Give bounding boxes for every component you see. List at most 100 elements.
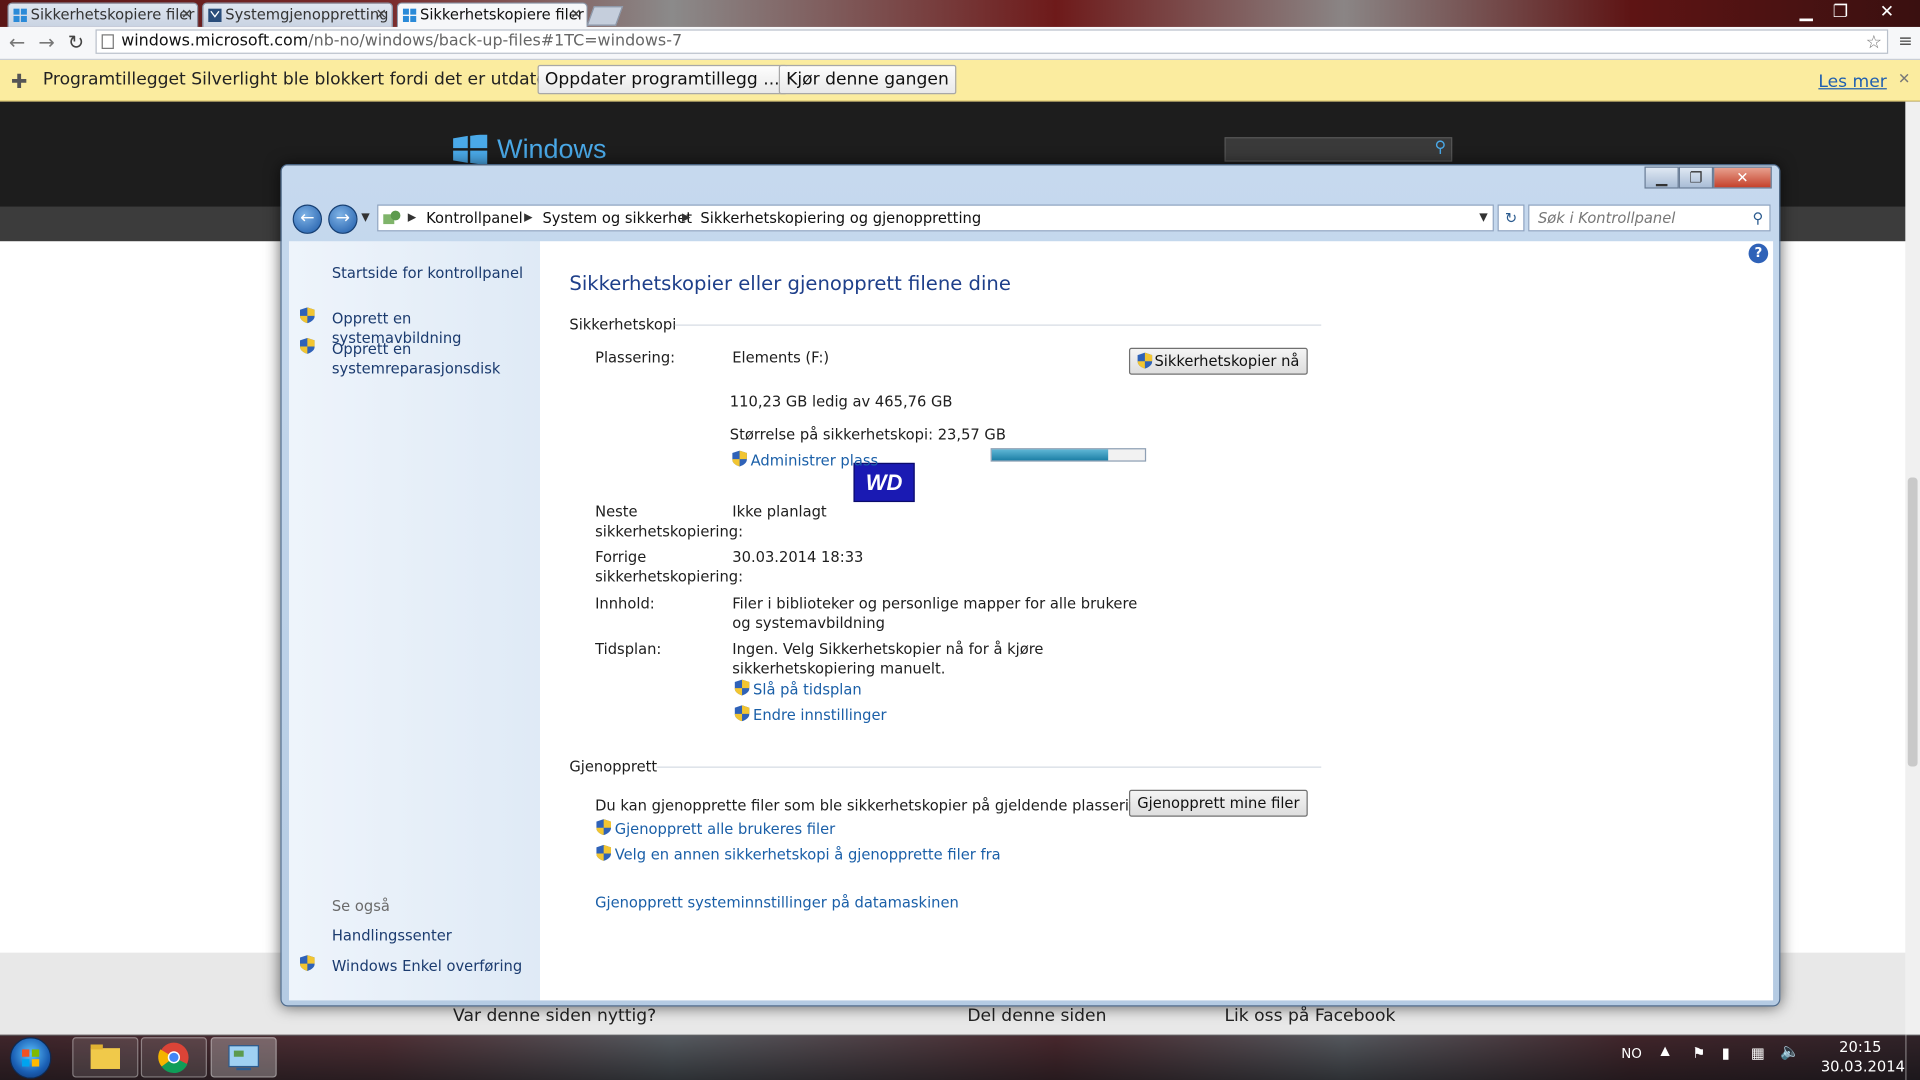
forward-arrow-icon[interactable]: → [328,204,358,234]
browser-tab[interactable]: Systemgjenoppretting ✕ [202,2,394,27]
manage-space-link[interactable]: Administrer plass [751,451,879,471]
window-close-icon[interactable]: ✕ [1713,166,1772,189]
change-settings-link[interactable]: Endre innstillinger [753,705,887,725]
breadcrumb-separator-icon[interactable]: ▶ [682,206,690,230]
browser-minimize-icon[interactable]: ▁ [1790,0,1822,24]
control-panel-search-input[interactable]: Søk i Kontrollpanel ⚲ [1528,204,1771,232]
browser-tab-strip: Sikkerhetskopiere filer ✕ Systemgjenoppr… [0,0,1920,27]
control-panel-home-link[interactable]: Startside for kontrollpanel [332,263,523,283]
uac-shield-icon [300,955,315,972]
learn-more-link[interactable]: Les mer [1818,72,1886,92]
search-icon[interactable]: ⚲ [1752,206,1763,230]
windows-logo-icon [453,134,488,165]
footer-feedback-link[interactable]: Var denne siden nyttig? [453,1007,656,1027]
show-desktop-button[interactable] [1905,1034,1920,1080]
control-panel-icon [383,210,401,225]
backup-now-button[interactable]: Sikkerhetskopier nå [1128,347,1308,375]
backup-now-label: Sikkerhetskopier nå [1154,352,1300,370]
next-backup-label: Neste [595,503,638,521]
windows-flag-icon [22,1049,40,1067]
browser-tab-label: Sikkerhetskopiere filer [30,6,195,24]
web-search-input[interactable]: ⚲ [1224,137,1453,162]
footer-facebook-link[interactable]: Lik oss på Facebook [1224,1007,1395,1027]
forward-arrow-icon[interactable]: → [34,31,58,55]
window-minimize-icon[interactable]: ▁ [1644,166,1679,189]
control-panel-window: ▁ ❐ ✕ ← → ▼ ▶ Kontrollpanel ▶ System og … [280,164,1781,1007]
restore-all-users-link[interactable]: Gjenopprett alle brukeres filer [615,819,836,839]
page-scrollbar-thumb[interactable] [1907,477,1918,767]
back-arrow-icon[interactable]: ← [292,204,323,234]
restore-my-files-button[interactable]: Gjenopprett mine filer [1128,789,1308,817]
action-center-link[interactable]: Handlingssenter [332,926,452,946]
browser-tab-active[interactable]: Sikkerhetskopiere filer ✕ [396,2,588,27]
search-icon[interactable]: ⚲ [1434,138,1446,156]
browser-tab-label: Sikkerhetskopiere filer [420,6,584,24]
group-divider [674,324,1322,326]
recent-pages-chevron-icon[interactable]: ▼ [361,212,369,224]
turn-on-schedule-link[interactable]: Slå på tidsplan [753,680,862,700]
new-tab-button[interactable] [586,6,624,26]
browser-menu-icon[interactable]: ≡ [1898,32,1912,52]
power-icon[interactable]: ▮ [1722,1044,1730,1061]
bookmark-star-icon[interactable]: ☆ [1866,31,1882,53]
browser-close-icon[interactable]: ✕ [1871,0,1903,24]
next-backup-label-line2: sikkerhetskopiering: [595,522,744,541]
breadcrumb-separator-icon[interactable]: ▶ [524,206,532,230]
breadcrumb-separator-icon[interactable]: ▶ [408,206,416,230]
infobar-close-icon[interactable]: ✕ [1898,70,1910,87]
drive-usage-fill [991,449,1109,461]
tab-close-icon[interactable]: ✕ [181,6,192,22]
clock-date[interactable]: 30.03.2014 [1821,1058,1905,1075]
create-repair-disc-link-line2[interactable]: systemreparasjonsdisk [332,359,501,379]
page-icon [101,34,114,49]
choose-other-backup-link[interactable]: Velg en annen sikkerhetskopi å gjenoppre… [615,845,1001,865]
last-backup-label-line2: sikkerhetskopiering: [595,568,744,586]
backup-group-heading: Sikkerhetskopi [569,315,677,334]
footer-share-link[interactable]: Del denne siden [967,1007,1106,1027]
run-once-button[interactable]: Kjør denne gangen [778,64,957,95]
schedule-value-line2: sikkerhetskopiering manuelt. [732,660,946,678]
site-favicon-icon [208,8,222,23]
taskbar-explorer[interactable] [72,1037,139,1078]
taskbar-chrome[interactable] [140,1037,207,1078]
easy-transfer-link[interactable]: Windows Enkel overføring [332,956,522,976]
location-label: Plassering: [595,348,676,367]
help-icon[interactable]: ? [1748,243,1769,264]
clock-time[interactable]: 20:15 [1839,1038,1881,1055]
action-center-flag-icon[interactable]: ⚑ [1692,1044,1705,1061]
refresh-icon[interactable]: ↻ [1497,204,1525,232]
breadcrumb-item[interactable]: System og sikkerhet [542,206,692,230]
window-maximize-icon[interactable]: ❐ [1678,166,1714,189]
backup-size-text: Størrelse på sikkerhetskopi: 23,57 GB [729,426,1006,444]
infobar-message: Programtillegget Silverlight ble blokker… [42,69,567,90]
address-bar[interactable]: windows.microsoft.com/nb-no/windows/back… [95,29,1889,54]
tab-close-icon[interactable]: ✕ [570,6,581,22]
language-indicator[interactable]: NO [1621,1046,1642,1062]
recover-system-settings-link[interactable]: Gjenopprett systeminnstillinger på datam… [595,893,959,913]
contents-value-line2: og systemavbildning [732,614,885,632]
breadcrumb-item[interactable]: Sikkerhetskopiering og gjenoppretting [700,206,981,230]
windows-logo-icon [402,8,417,23]
back-arrow-icon[interactable]: ← [5,31,29,55]
drive-name: Elements (F:) [732,348,830,367]
browser-maximize-icon[interactable]: ❐ [1824,0,1856,24]
contents-label: Innhold: [595,595,655,613]
tab-close-icon[interactable]: ✕ [376,6,387,22]
reload-icon[interactable]: ↻ [64,31,88,55]
browser-tab[interactable]: Sikkerhetskopiere filer ✕ [7,2,199,27]
create-repair-disc-link[interactable]: Opprett en [332,339,412,359]
show-hidden-icons-chevron-icon[interactable]: ▲ [1660,1044,1669,1057]
uac-shield-icon [734,705,750,722]
network-icon[interactable]: ▦ [1751,1044,1765,1061]
next-backup-value: Ikke planlagt [732,503,827,521]
start-button[interactable] [9,1037,52,1079]
taskbar-control-panel[interactable] [210,1037,277,1078]
chrome-icon [158,1042,189,1074]
free-space-text: 110,23 GB ledig av 465,76 GB [729,393,953,411]
volume-icon[interactable]: 🔈 [1780,1043,1800,1061]
breadcrumb-item[interactable]: Kontrollpanel [426,206,523,230]
update-plugin-button[interactable]: Oppdater programtillegg ... [537,64,787,95]
address-breadcrumb[interactable]: ▶ Kontrollpanel ▶ System og sikkerhet ▶ … [377,204,1494,232]
chevron-down-icon[interactable]: ▼ [1479,206,1487,230]
uac-shield-icon [300,307,315,324]
